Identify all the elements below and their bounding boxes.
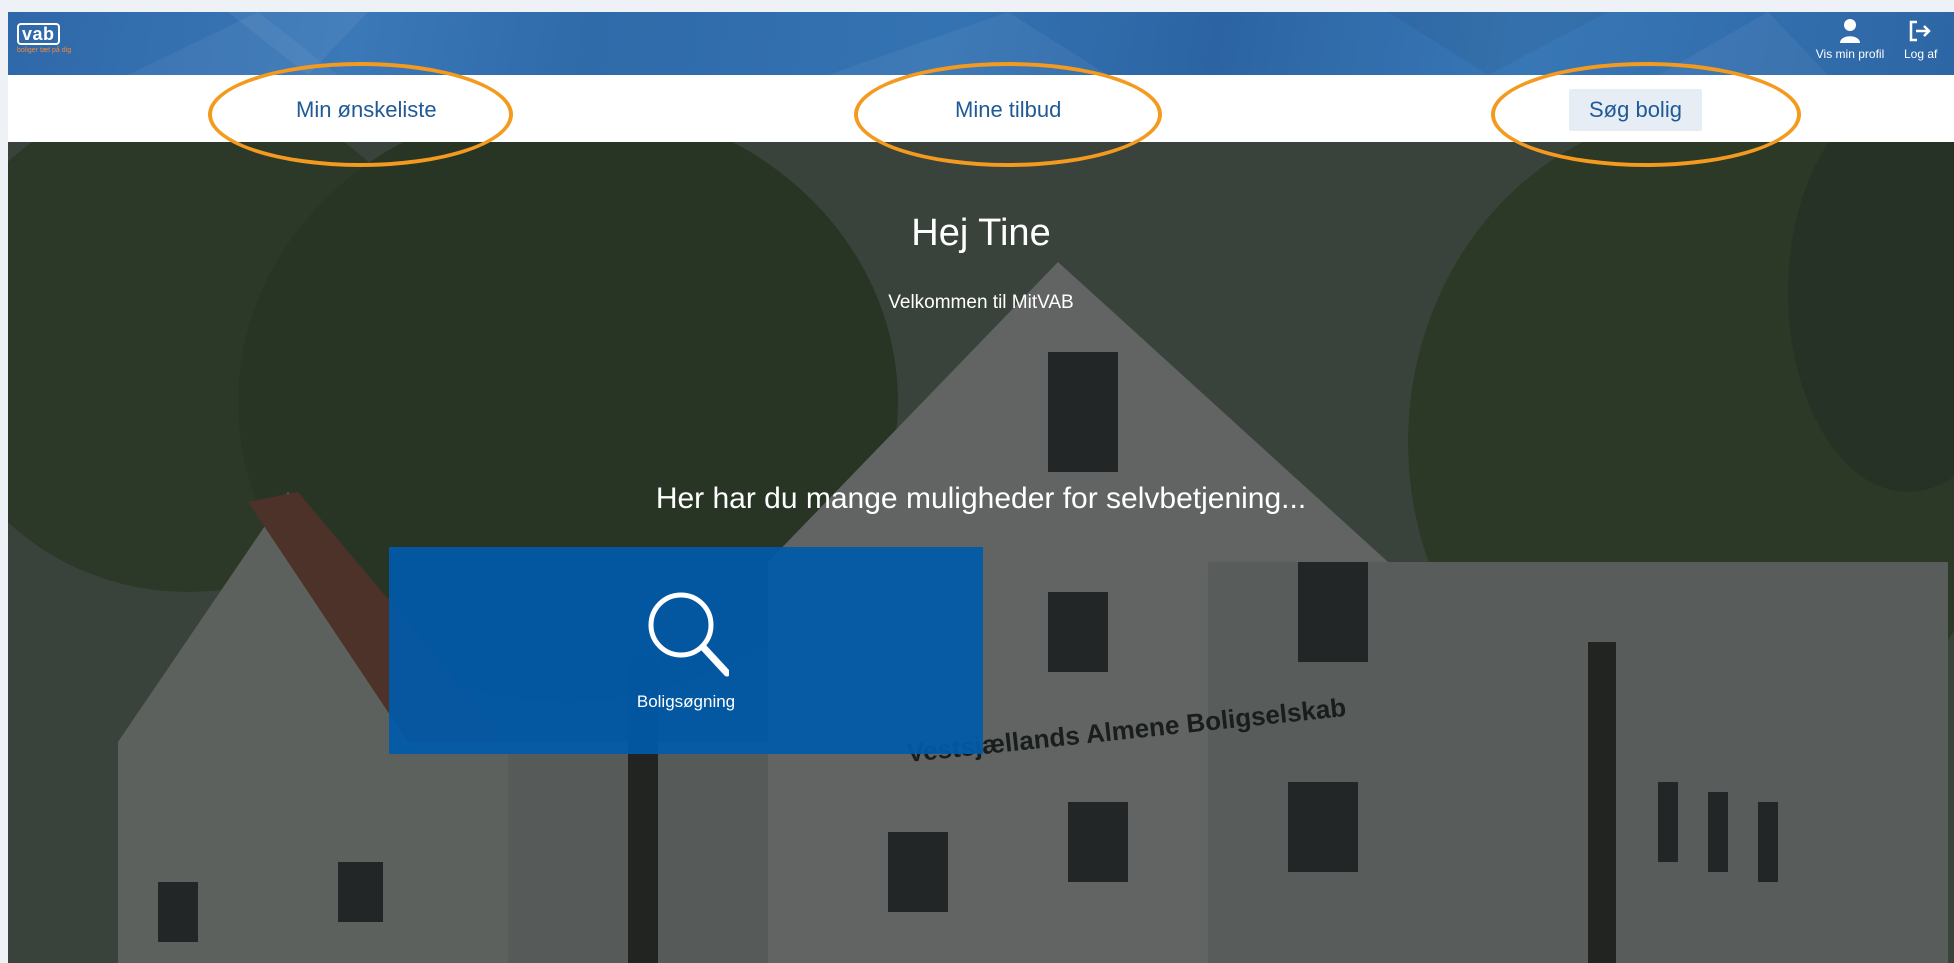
self-service-lead: Her har du mange muligheder for selvbetj…	[655, 482, 1307, 515]
logout-label: Log af	[1904, 47, 1938, 61]
logo-mark: vab	[17, 23, 60, 45]
header-pattern	[128, 12, 1828, 75]
header-bar: vab boliger tæt på dig Vis min profil Lo…	[8, 12, 1954, 75]
nav-wishlist[interactable]: Min ønskeliste	[276, 89, 457, 131]
logo-tagline: boliger tæt på dig	[17, 47, 72, 54]
search-icon	[648, 592, 729, 677]
main-nav: Min ønskeliste Mine tilbud Søg bolig	[8, 75, 1954, 142]
nav-my-offers[interactable]: Mine tilbud	[935, 89, 1081, 131]
welcome-subtitle: Velkommen til MitVAB	[888, 292, 1074, 313]
page: vab boliger tæt på dig Vis min profil Lo…	[8, 12, 1954, 963]
logout-icon	[1909, 20, 1931, 42]
hero-section: Vestsjællands Almene Boligselskab Hej Ti…	[8, 142, 1954, 963]
view-profile-label: Vis min profil	[1815, 47, 1885, 61]
housing-search-tile[interactable]: Boligsøgning	[389, 547, 983, 754]
greeting-title: Hej Tine	[911, 212, 1051, 254]
user-icon	[1840, 19, 1860, 43]
vab-logo[interactable]: vab boliger tæt på dig	[17, 23, 77, 57]
nav-search-housing[interactable]: Søg bolig	[1569, 89, 1702, 131]
view-profile-button[interactable]: Vis min profil	[1804, 18, 1896, 61]
logout-button[interactable]: Log af	[1904, 18, 1954, 61]
housing-search-label: Boligsøgning	[636, 692, 736, 711]
